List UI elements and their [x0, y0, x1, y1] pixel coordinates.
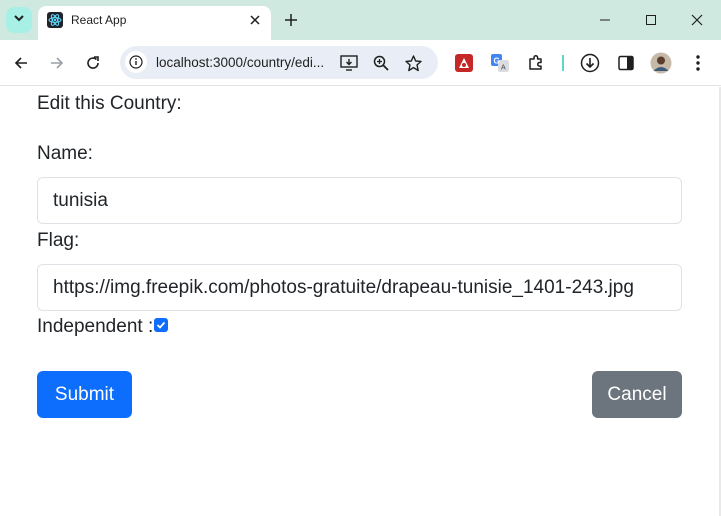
info-icon[interactable] [125, 51, 147, 73]
svg-text:G: G [494, 57, 500, 66]
address-bar[interactable]: localhost:3000/country/edi... [120, 46, 438, 79]
close-icon[interactable] [247, 12, 263, 28]
toolbar-separator [562, 55, 564, 71]
flag-label: Flag: [37, 230, 80, 251]
download-icon[interactable] [579, 52, 601, 74]
extension-red-icon[interactable] [453, 52, 475, 74]
tab-search-button[interactable] [6, 7, 32, 33]
reload-icon[interactable] [81, 51, 105, 75]
name-field[interactable]: tunisia [37, 177, 682, 224]
tab-title: React App [71, 13, 127, 27]
browser-tab[interactable]: React App [38, 6, 271, 40]
name-label: Name: [37, 143, 93, 164]
tab-strip: React App [0, 0, 721, 40]
minimize-icon[interactable] [593, 8, 617, 32]
star-icon[interactable] [403, 53, 423, 73]
maximize-icon[interactable] [639, 8, 663, 32]
checkmark-icon [157, 321, 166, 329]
window-close-icon[interactable] [685, 8, 709, 32]
independent-checkbox[interactable] [154, 318, 169, 332]
svg-text:A: A [501, 65, 506, 72]
page-title: Edit this Country: [37, 93, 182, 114]
url-text[interactable]: localhost:3000/country/edi... [156, 55, 324, 70]
submit-button[interactable]: Submit [37, 371, 132, 418]
react-icon [47, 12, 63, 28]
page-content: Edit this Country: Name: tunisia Flag: h… [0, 87, 721, 516]
arrow-right-icon[interactable] [45, 51, 69, 75]
independent-row: Independent : [37, 316, 169, 338]
plus-icon[interactable] [281, 10, 301, 30]
zoom-icon[interactable] [371, 53, 391, 73]
arrow-left-icon[interactable] [9, 51, 33, 75]
google-translate-icon[interactable]: GA [489, 52, 511, 74]
chevron-down-icon [13, 11, 25, 29]
cancel-button[interactable]: Cancel [592, 371, 682, 418]
avatar[interactable] [650, 52, 672, 74]
flag-url-field[interactable]: https://img.freepik.com/photos-gratuite/… [37, 264, 682, 311]
independent-label: Independent : [37, 316, 154, 337]
browser-toolbar: localhost:3000/country/edi... GA [0, 40, 721, 86]
install-app-icon[interactable] [339, 53, 359, 73]
side-panel-icon[interactable] [615, 52, 637, 74]
puzzle-icon[interactable] [525, 52, 547, 74]
more-vert-icon[interactable] [687, 52, 709, 74]
